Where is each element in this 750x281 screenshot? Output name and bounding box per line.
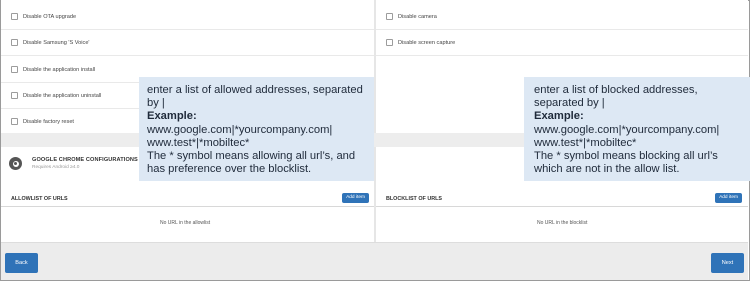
option-label: Disable the application uninstall	[23, 92, 102, 99]
allowlist-add-item-button[interactable]: Add item	[342, 193, 369, 203]
divider	[376, 206, 748, 207]
checkbox[interactable]	[386, 13, 393, 20]
checkbox[interactable]	[11, 66, 18, 73]
wizard-footer: Back Next	[1, 242, 748, 280]
blocklist-empty-message: No URL in the blocklist	[537, 220, 588, 226]
chrome-config-subtitle: Requires Android ≥4.0	[32, 165, 80, 170]
blocklist-add-item-button[interactable]: Add item	[715, 193, 742, 203]
chrome-config-title: GOOGLE CHROME CONFIGURATIONS	[32, 157, 138, 163]
callout-note: The * symbol means allowing all url’s, a…	[147, 150, 356, 176]
option-disable-s-voice[interactable]: Disable Samsung 'S Voice'	[1, 30, 374, 56]
callout-example-label: Example:	[147, 110, 197, 123]
divider	[1, 206, 374, 207]
option-label: Disable camera	[398, 13, 437, 20]
next-button[interactable]: Next	[711, 253, 744, 273]
option-disable-screen-capture[interactable]: Disable screen capture	[376, 30, 748, 56]
checkbox[interactable]	[386, 39, 393, 46]
blocklist-title: BLOCKLIST OF URLS	[386, 196, 442, 202]
chrome-icon	[9, 157, 22, 170]
option-label: Disable OTA upgrade	[23, 13, 77, 20]
checkbox[interactable]	[11, 92, 18, 99]
allowlist-section: ALLOWLIST OF URLS Add item	[1, 191, 374, 207]
option-label: Disable factory reset	[23, 118, 74, 125]
checkbox[interactable]	[11, 13, 18, 20]
callout-intro: enter a list of blocked addresses, separ…	[534, 84, 698, 110]
callout-example: www.google.com|*yourcompany.com| www.tes…	[147, 123, 333, 149]
allowlist-empty-message: No URL in the allowlist	[160, 220, 211, 226]
blocklist-help-callout: enter a list of blocked addresses, separ…	[524, 77, 750, 181]
option-label: Disable the application install	[23, 66, 96, 73]
callout-example: www.google.com|*yourcompany.com| www.tes…	[534, 123, 720, 149]
option-label: Disable screen capture	[398, 39, 456, 46]
callout-intro: enter a list of allowed addresses, separ…	[147, 84, 363, 110]
option-label: Disable Samsung 'S Voice'	[23, 39, 90, 46]
option-disable-ota[interactable]: Disable OTA upgrade	[1, 4, 374, 30]
callout-example-label: Example:	[534, 110, 584, 123]
back-button[interactable]: Back	[5, 253, 38, 273]
allowlist-title: ALLOWLIST OF URLS	[11, 196, 68, 202]
blocklist-section: BLOCKLIST OF URLS Add item	[376, 191, 748, 207]
option-disable-camera[interactable]: Disable camera	[376, 4, 748, 30]
callout-note: The * symbol means blocking all url’s wh…	[534, 150, 718, 176]
checkbox[interactable]	[11, 118, 18, 125]
allowlist-help-callout: enter a list of allowed addresses, separ…	[139, 77, 374, 181]
checkbox[interactable]	[11, 39, 18, 46]
